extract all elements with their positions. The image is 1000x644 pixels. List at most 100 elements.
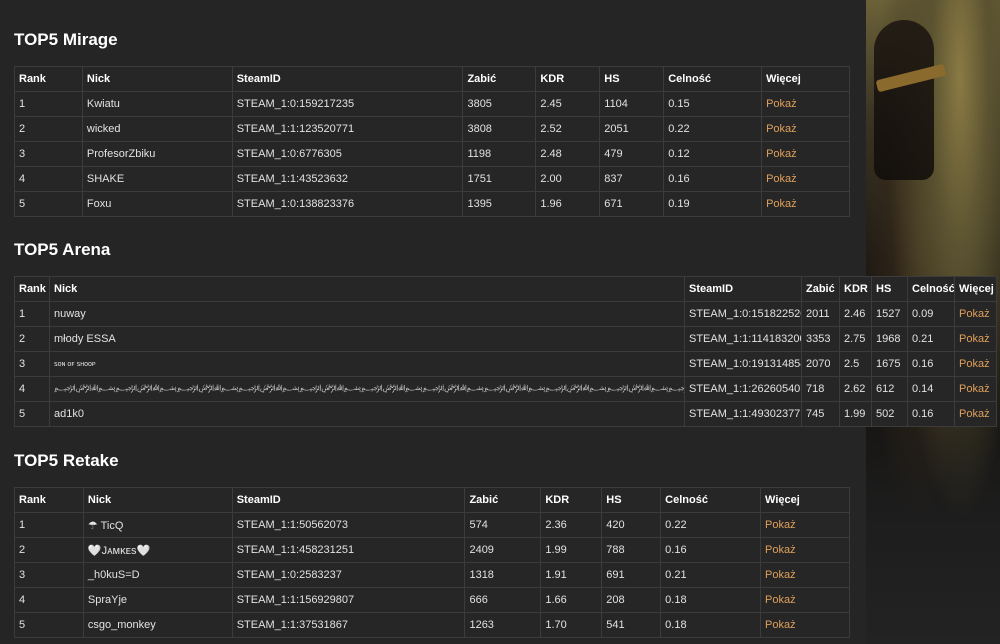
show-more-link[interactable]: Pokaż	[959, 383, 990, 395]
table-row: 1 ☂ TicQ STEAM_1:1:50562073 574 2.36 420…	[14, 512, 850, 538]
show-more-link[interactable]: Pokaż	[765, 594, 796, 606]
kills-cell: 1395	[462, 191, 537, 217]
hs-cell: 1968	[871, 326, 908, 352]
rank-cell: 5	[14, 401, 50, 427]
steamid-cell: STEAM_1:1:43523632	[231, 166, 464, 192]
kdr-cell: 2.62	[839, 376, 872, 402]
show-more-link[interactable]: Pokaż	[766, 123, 797, 135]
steamid-cell: STEAM_1:1:114183200	[684, 326, 802, 352]
table-row: 2 wicked STEAM_1:1:123520771 3808 2.52 2…	[14, 116, 850, 142]
kills-cell: 1318	[464, 562, 542, 588]
table-header-row: Rank Nick SteamID Zabić KDR HS Celność W…	[14, 487, 850, 513]
kdr-cell: 1.91	[540, 562, 603, 588]
header-accuracy: Celność	[660, 487, 762, 513]
header-nick: Nick	[81, 66, 233, 92]
accuracy-cell: 0.16	[663, 166, 763, 192]
header-more: Więcej	[954, 276, 997, 302]
table-row: 4 ﷽﷽﷽﷽﷽﷽﷽﷽﷽﷽﷽﷽﷽﷽﷽﷽﷽﷽﷽﷽﷽﷽﷽﷽﷽﷽﷽﷽﷽﷽﷽﷽﷽﷽﷽﷽﷽﷽…	[14, 376, 997, 402]
nick-cell: Kwiatu	[81, 91, 233, 117]
rank-cell: 3	[14, 141, 83, 167]
header-more: Więcej	[761, 66, 850, 92]
nick-cell: csgo_monkey	[82, 612, 233, 638]
accuracy-cell: 0.12	[663, 141, 763, 167]
header-rank: Rank	[14, 276, 50, 302]
header-hs: HS	[599, 66, 665, 92]
nick-cell: _h0kuS=D	[82, 562, 233, 588]
show-more-link[interactable]: Pokaż	[765, 569, 796, 581]
table-row: 4 SHAKE STEAM_1:1:43523632 1751 2.00 837…	[14, 166, 850, 192]
header-accuracy: Celność	[663, 66, 763, 92]
kdr-cell: 1.99	[839, 401, 872, 427]
kdr-cell: 1.96	[535, 191, 601, 217]
nick-cell: ProfesorZbiku	[81, 141, 233, 167]
show-more-link[interactable]: Pokaż	[766, 148, 797, 160]
steamid-cell: STEAM_1:1:26260540	[684, 376, 802, 402]
show-more-link[interactable]: Pokaż	[766, 173, 797, 185]
kdr-cell: 2.48	[535, 141, 601, 167]
mirage-section-title: TOP5 Mirage	[14, 30, 118, 49]
steamid-cell: STEAM_1:1:123520771	[231, 116, 464, 142]
rank-cell: 1	[14, 91, 83, 117]
kdr-cell: 2.00	[535, 166, 601, 192]
rank-cell: 3	[14, 351, 50, 377]
steamid-cell: STEAM_1:0:6776305	[231, 141, 464, 167]
accuracy-cell: 0.22	[660, 512, 762, 538]
kills-cell: 3808	[462, 116, 537, 142]
kdr-cell: 2.45	[535, 91, 601, 117]
kdr-cell: 1.99	[540, 537, 603, 563]
show-more-link[interactable]: Pokaż	[959, 358, 990, 370]
kills-cell: 2011	[801, 301, 840, 327]
rank-cell: 2	[14, 537, 84, 563]
show-more-link[interactable]: Pokaż	[765, 544, 796, 556]
hs-cell: 612	[871, 376, 908, 402]
accuracy-cell: 0.15	[663, 91, 763, 117]
header-kdr: KDR	[540, 487, 603, 513]
show-more-link[interactable]: Pokaż	[959, 408, 990, 420]
header-kills: Zabić	[462, 66, 537, 92]
kills-cell: 745	[801, 401, 840, 427]
header-kills: Zabić	[801, 276, 840, 302]
steamid-cell: STEAM_1:0:138823376	[231, 191, 464, 217]
show-more-link[interactable]: Pokaż	[766, 198, 797, 210]
nick-cell: ꜱᴏɴ ᴏꜰ ꜱʜᴏᴏᴘ	[49, 351, 685, 377]
nick-cell: ☂ TicQ	[82, 512, 233, 538]
nick-cell: SpraYje	[82, 587, 233, 613]
hs-cell: 541	[601, 612, 662, 638]
rank-cell: 5	[14, 612, 84, 638]
rank-cell: 1	[14, 512, 84, 538]
table-row: 2 🤍Jᴀᴍᴋᴇѕ🤍 STEAM_1:1:458231251 2409 1.99…	[14, 537, 850, 563]
header-steamid: SteamID	[231, 487, 466, 513]
steamid-cell: STEAM_1:1:50562073	[231, 512, 466, 538]
show-more-link[interactable]: Pokaż	[959, 308, 990, 320]
steamid-cell: STEAM_1:1:156929807	[231, 587, 466, 613]
show-more-link[interactable]: Pokaż	[766, 98, 797, 110]
hs-cell: 837	[599, 166, 665, 192]
hs-cell: 420	[601, 512, 662, 538]
table-header-row: Rank Nick SteamID Zabić KDR HS Celność W…	[14, 276, 997, 302]
nick-cell: młody ESSA	[49, 326, 685, 352]
steamid-cell: STEAM_1:0:151822520	[684, 301, 802, 327]
arena-section-title: TOP5 Arena	[14, 240, 111, 259]
nick-cell: ﷽﷽﷽﷽﷽﷽﷽﷽﷽﷽﷽﷽﷽﷽﷽﷽﷽﷽﷽﷽﷽﷽﷽﷽﷽﷽﷽﷽﷽﷽﷽﷽﷽﷽﷽﷽﷽﷽﷽﷽	[49, 376, 685, 402]
kills-cell: 574	[464, 512, 542, 538]
nick-cell: wicked	[81, 116, 233, 142]
rank-cell: 3	[14, 562, 84, 588]
header-steamid: SteamID	[684, 276, 802, 302]
accuracy-cell: 0.22	[663, 116, 763, 142]
kdr-cell: 2.5	[839, 351, 872, 377]
retake-section-title: TOP5 Retake	[14, 451, 119, 470]
header-accuracy: Celność	[907, 276, 955, 302]
kdr-cell: 1.70	[540, 612, 603, 638]
nick-cell: SHAKE	[81, 166, 233, 192]
hs-cell: 788	[601, 537, 662, 563]
hs-cell: 691	[601, 562, 662, 588]
kdr-cell: 2.36	[540, 512, 603, 538]
rank-cell: 4	[14, 376, 50, 402]
show-more-link[interactable]: Pokaż	[765, 519, 796, 531]
hs-cell: 208	[601, 587, 662, 613]
show-more-link[interactable]: Pokaż	[765, 619, 796, 631]
show-more-link[interactable]: Pokaż	[959, 333, 990, 345]
kills-cell: 1198	[462, 141, 537, 167]
header-steamid: SteamID	[231, 66, 464, 92]
retake-table: Rank Nick SteamID Zabić KDR HS Celność W…	[14, 487, 850, 638]
